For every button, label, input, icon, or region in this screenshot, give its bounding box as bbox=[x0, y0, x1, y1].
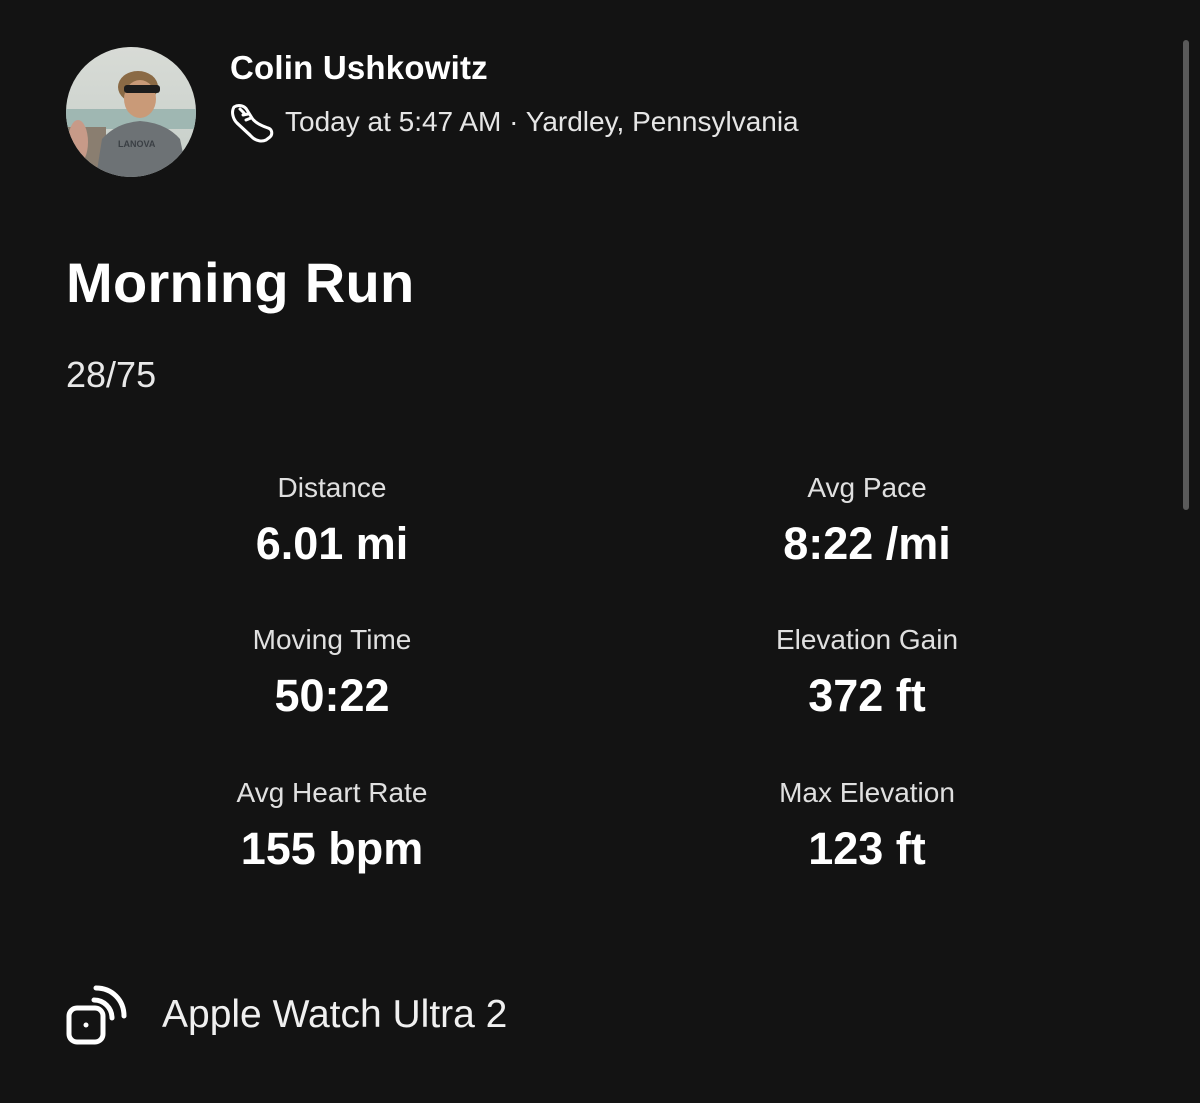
stat-label: Elevation Gain bbox=[775, 624, 959, 655]
stat-label: Avg Pace bbox=[807, 472, 927, 503]
stat-value: 6.01 mi bbox=[255, 518, 409, 569]
stat-max-elevation: Max Elevation 123 ft bbox=[657, 775, 1077, 873]
stat-value: 8:22 /mi bbox=[783, 518, 951, 569]
activity-meta: Today at 5:47 AM · Yardley, Pennsylvania bbox=[229, 100, 799, 144]
stat-elevation-gain: Elevation Gain 372 ft bbox=[657, 622, 1077, 720]
stat-label: Avg Heart Rate bbox=[236, 777, 428, 808]
svg-text:LANOVA: LANOVA bbox=[118, 139, 156, 149]
activity-time-location: Today at 5:47 AM · Yardley, Pennsylvania bbox=[285, 106, 799, 137]
stat-moving-time: Moving Time 50:22 bbox=[122, 622, 542, 720]
stat-label: Distance bbox=[277, 472, 387, 503]
device-name: Apple Watch Ultra 2 bbox=[162, 993, 508, 1036]
stat-avg-heart-rate: Avg Heart Rate 155 bpm bbox=[122, 775, 542, 873]
stat-value: 123 ft bbox=[808, 823, 926, 874]
avatar-photo: LANOVA bbox=[66, 47, 196, 177]
stat-label: Moving Time bbox=[252, 624, 412, 655]
activity-description: 28/75 bbox=[66, 354, 157, 395]
athlete-avatar[interactable]: LANOVA bbox=[66, 47, 196, 177]
connected-device-icon bbox=[64, 980, 134, 1050]
stat-value: 50:22 bbox=[274, 670, 390, 721]
stat-value: 372 ft bbox=[808, 670, 926, 721]
device-row[interactable]: Apple Watch Ultra 2 bbox=[64, 980, 507, 1050]
athlete-name[interactable]: Colin Ushkowitz bbox=[230, 49, 488, 87]
stat-avg-pace: Avg Pace 8:22 /mi bbox=[657, 470, 1077, 568]
activity-title: Morning Run bbox=[66, 251, 415, 314]
scrollbar[interactable] bbox=[1183, 40, 1189, 510]
stat-distance: Distance 6.01 mi bbox=[122, 470, 542, 568]
running-shoe-icon bbox=[229, 101, 275, 143]
stat-value: 155 bpm bbox=[240, 823, 424, 874]
stat-label: Max Elevation bbox=[779, 777, 955, 808]
